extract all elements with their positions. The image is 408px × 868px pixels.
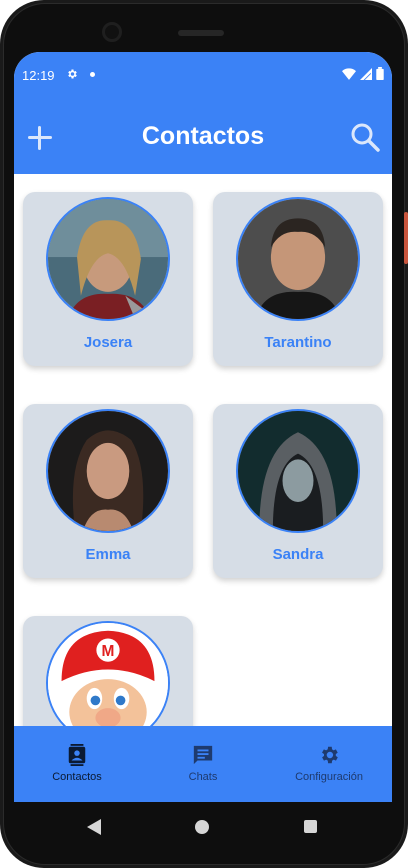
contact-name: Tarantino	[264, 334, 332, 351]
settings-notification-icon	[66, 68, 78, 83]
side-button[interactable]	[404, 212, 408, 264]
contact-name: Josera	[83, 334, 133, 351]
contact-photo-image	[238, 199, 358, 319]
page-title: Contactos	[141, 122, 265, 150]
svg-text:M: M	[102, 643, 115, 660]
earpiece-speaker	[178, 30, 224, 36]
contact-photo-image	[48, 411, 168, 531]
battery-icon	[376, 67, 384, 80]
contact-name: Emma	[85, 546, 131, 563]
wifi-icon	[342, 67, 356, 80]
avatar	[46, 197, 170, 321]
status-bar: 12:19	[14, 52, 392, 98]
nav-item-chats[interactable]: Chats	[140, 726, 266, 802]
front-camera	[102, 22, 122, 42]
recent-apps-icon[interactable]	[304, 820, 317, 833]
phone-frame: 12:19 Contactos Josera Tarantino Emma Sa…	[0, 0, 408, 868]
home-icon[interactable]	[195, 820, 209, 834]
contact-card-icon	[68, 744, 86, 766]
contact-photo-image: M	[48, 623, 168, 726]
nav-label: Contactos	[52, 771, 102, 783]
nav-item-contactos[interactable]: Contactos	[14, 726, 140, 802]
system-navigation-bar	[0, 802, 408, 868]
contact-card-mario[interactable]: M	[23, 616, 193, 726]
contact-card-josera[interactable]: Josera	[23, 192, 193, 366]
screen: 12:19 Contactos Josera Tarantino Emma Sa…	[14, 52, 392, 802]
contact-name: Sandra	[272, 546, 324, 563]
signal-icon	[360, 67, 372, 80]
avatar	[46, 409, 170, 533]
status-indicators	[342, 67, 384, 80]
app-bar: Contactos	[14, 98, 392, 174]
contact-card-tarantino[interactable]: Tarantino	[213, 192, 383, 366]
nav-label: Chats	[188, 771, 218, 783]
nav-item-configuracion[interactable]: Configuración	[266, 726, 392, 802]
avatar: M	[46, 621, 170, 726]
avatar	[236, 197, 360, 321]
bottom-navigation: Contactos Chats Configuración	[14, 726, 392, 802]
avatar	[236, 409, 360, 533]
notification-dot-icon	[90, 72, 95, 77]
chat-bubble-icon	[193, 745, 213, 765]
back-icon[interactable]	[87, 819, 101, 835]
status-time: 12:19	[22, 68, 55, 83]
search-icon	[351, 123, 380, 152]
contact-photo-image	[48, 199, 168, 319]
search-button[interactable]	[350, 122, 380, 152]
contact-photo-image	[238, 411, 358, 531]
contact-card-emma[interactable]: Emma	[23, 404, 193, 578]
nav-label: Configuración	[295, 771, 363, 783]
contacts-grid: Josera Tarantino Emma Sandra M	[14, 174, 392, 726]
contact-card-sandra[interactable]: Sandra	[213, 404, 383, 578]
gear-icon	[322, 746, 338, 764]
